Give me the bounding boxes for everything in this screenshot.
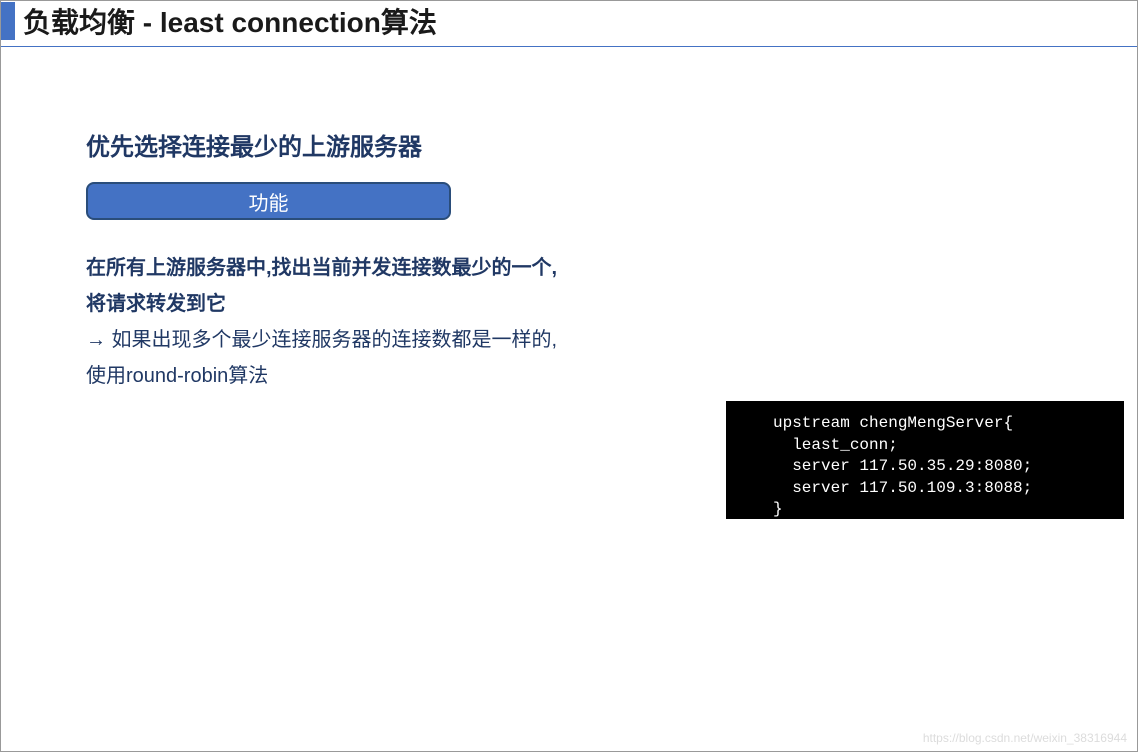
function-badge: 功能 xyxy=(86,182,451,220)
code-line-4: server 117.50.109.3:8088; xyxy=(773,479,1032,497)
arrow-icon: → xyxy=(86,329,106,351)
page-title: 负载均衡 - least connection算法 xyxy=(23,1,437,41)
title-accent xyxy=(1,2,15,40)
watermark: https://blog.csdn.net/weixin_38316944 xyxy=(923,731,1127,745)
code-line-5: } xyxy=(773,500,783,518)
code-block: upstream chengMengServer{ least_conn; se… xyxy=(726,401,1124,519)
subtitle: 优先选择连接最少的上游服务器 xyxy=(86,127,1137,162)
code-line-2: least_conn; xyxy=(773,436,898,454)
title-bar: 负载均衡 - least connection算法 xyxy=(1,1,1137,47)
content-area: 优先选择连接最少的上游服务器 功能 在所有上游服务器中,找出当前并发连接数最少的… xyxy=(1,47,1137,394)
code-line-1: upstream chengMengServer{ xyxy=(773,414,1013,432)
code-line-3: server 117.50.35.29:8080; xyxy=(773,457,1032,475)
desc-line-2: 将请求转发到它 xyxy=(86,286,1137,322)
desc-line-3-text: 如果出现多个最少连接服务器的连接数都是一样的, xyxy=(106,329,557,351)
desc-line-1: 在所有上游服务器中,找出当前并发连接数最少的一个, xyxy=(86,250,1137,286)
description-block: 在所有上游服务器中,找出当前并发连接数最少的一个, 将请求转发到它 → 如果出现… xyxy=(86,250,1137,394)
desc-line-3: → 如果出现多个最少连接服务器的连接数都是一样的, xyxy=(86,322,1137,358)
desc-line-4: 使用round-robin算法 xyxy=(86,358,1137,394)
